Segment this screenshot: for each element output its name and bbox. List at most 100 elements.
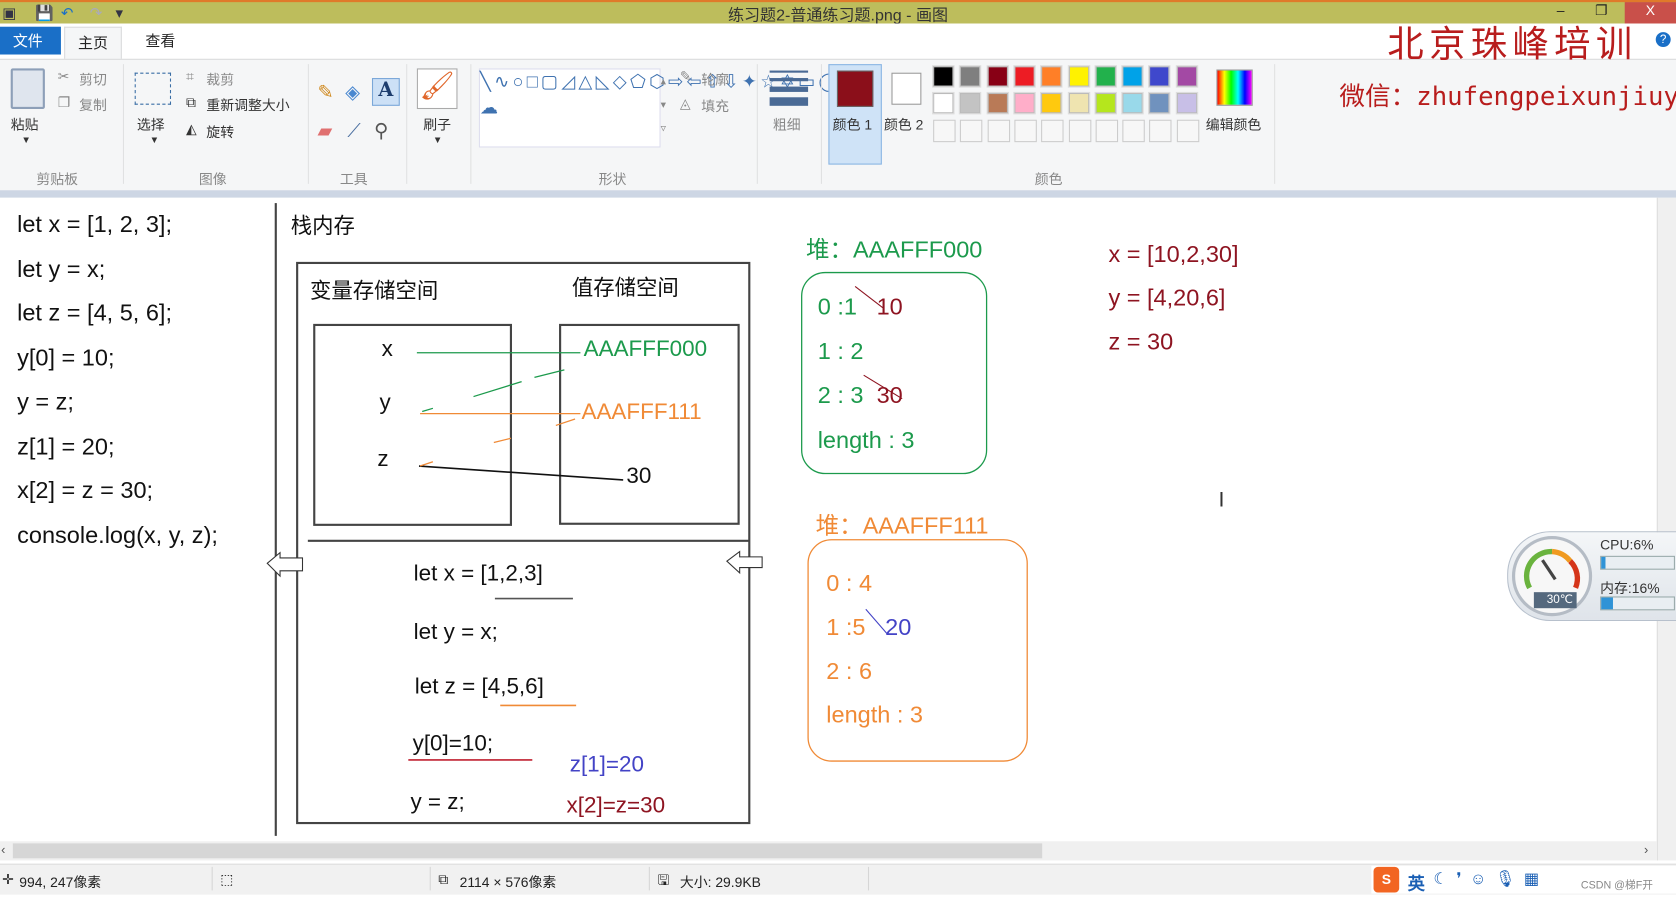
palette-swatch[interactable] xyxy=(1067,91,1090,115)
file-size-icon: 🖫 xyxy=(657,872,670,889)
custom-color-slot[interactable] xyxy=(960,119,983,143)
palette-swatch[interactable] xyxy=(1175,65,1198,88)
custom-color-slot[interactable] xyxy=(1095,119,1118,143)
magnifier-icon[interactable]: ⚲ xyxy=(374,120,388,142)
divider xyxy=(307,64,309,184)
edit-colors-icon[interactable] xyxy=(1216,69,1253,106)
resize-button[interactable]: 重新调整大小 xyxy=(206,94,289,114)
palette-swatch[interactable] xyxy=(1148,91,1171,115)
annotation-x2: x[2]=z=30 xyxy=(566,793,666,818)
system-monitor-widget[interactable]: 30℃ CPU:6% 内存:16% xyxy=(1507,531,1676,622)
tab-home[interactable]: 主页 xyxy=(64,26,122,60)
brush-icon[interactable]: 🖌 xyxy=(416,68,458,110)
scroll-right-icon[interactable]: › xyxy=(1644,842,1648,857)
eraser-icon[interactable]: ▰ xyxy=(317,120,332,142)
palette-swatch[interactable] xyxy=(1148,65,1171,88)
lower-code-3: y[0]=10; xyxy=(412,731,494,756)
heap1-row-0: 0 :1 10 xyxy=(817,292,903,320)
fill-button[interactable]: 填充 xyxy=(701,95,729,115)
custom-color-slot[interactable] xyxy=(1176,119,1199,143)
custom-color-slot[interactable] xyxy=(1068,119,1091,143)
palette-swatch[interactable] xyxy=(1121,91,1144,115)
shapes-gallery[interactable]: ╲∿○□▢◿△◺◇⬠⬡⇨⇦⇧⇩✦☆✡▭◯☁ xyxy=(478,68,839,148)
size-button[interactable]: 粗细 xyxy=(773,113,801,133)
sogou-logo-icon[interactable]: S xyxy=(1373,866,1400,893)
palette-swatch[interactable] xyxy=(986,91,1009,115)
divider xyxy=(429,866,431,891)
outline-button[interactable]: 轮廓 xyxy=(701,68,729,88)
scrollbar-thumb[interactable] xyxy=(12,843,1043,859)
left-arrow-icon xyxy=(266,551,304,578)
heap2-row-3: length : 3 xyxy=(826,701,924,728)
rotate-icon: ◭ xyxy=(185,120,197,137)
palette-swatch[interactable] xyxy=(1094,91,1117,115)
paste-icon[interactable] xyxy=(10,68,45,110)
left-arrow-icon xyxy=(726,550,763,575)
heap2-title: 堆：AAAFFF111 xyxy=(815,512,989,539)
palette-swatch[interactable] xyxy=(932,91,955,115)
custom-color-slot[interactable] xyxy=(1041,119,1064,143)
custom-color-slot[interactable] xyxy=(1122,119,1145,143)
tab-file[interactable]: 文件 xyxy=(0,26,61,55)
select-icon[interactable] xyxy=(134,72,172,105)
heap1-row-1: 1 : 2 xyxy=(817,337,864,364)
cut-button[interactable]: 剪切 xyxy=(79,68,107,88)
select-button[interactable]: 选择 xyxy=(137,113,165,133)
crop-button[interactable]: 裁剪 xyxy=(206,68,234,88)
help-icon[interactable]: ? xyxy=(1655,32,1671,48)
pencil-icon[interactable]: ✎ xyxy=(317,81,333,103)
divider xyxy=(820,64,822,184)
palette-swatch[interactable] xyxy=(986,65,1009,88)
scroll-left-icon[interactable]: ‹ xyxy=(1,842,5,857)
heap2-row-0: 0 : 4 xyxy=(826,569,873,597)
result-z: z = 30 xyxy=(1108,328,1174,355)
palette-swatch[interactable] xyxy=(1067,65,1090,88)
copy-button[interactable]: 复制 xyxy=(79,94,107,114)
color2-swatch[interactable] xyxy=(891,72,922,105)
horizontal-scrollbar[interactable]: ‹ › xyxy=(0,841,1657,861)
color1-swatch[interactable] xyxy=(836,70,874,107)
csdn-watermark: CSDN @梯F开 xyxy=(1580,879,1653,892)
custom-color-slot[interactable] xyxy=(933,119,956,143)
paste-dropdown-icon[interactable]: ▼ xyxy=(21,135,31,146)
brushes-button[interactable]: 刷子 xyxy=(423,113,451,133)
palette-swatch[interactable] xyxy=(959,91,982,115)
annotation-z1: z[1]=20 xyxy=(569,752,644,778)
color2-label: 颜色 2 xyxy=(883,116,924,133)
memory-usage-bar xyxy=(1600,596,1675,611)
palette-swatch[interactable] xyxy=(1121,65,1144,88)
palette-swatch[interactable] xyxy=(1040,91,1063,115)
lower-code-4: y = z; xyxy=(410,789,465,815)
color-picker-icon[interactable]: ⟋ xyxy=(347,120,360,142)
text-tool-icon[interactable]: A xyxy=(371,78,400,106)
palette-swatch[interactable] xyxy=(1175,91,1198,115)
brushes-dropdown-icon[interactable]: ▼ xyxy=(433,135,443,146)
palette-swatch[interactable] xyxy=(1040,65,1063,88)
ime-tool-icons[interactable]: ☾❜☺🎙▦ xyxy=(1433,869,1547,888)
size-icon[interactable] xyxy=(769,70,809,106)
custom-color-slot[interactable] xyxy=(1149,119,1172,143)
palette-swatch[interactable] xyxy=(1013,91,1036,115)
heap1-row-3: length : 3 xyxy=(817,425,915,453)
select-dropdown-icon[interactable]: ▼ xyxy=(150,135,160,146)
vertical-scrollbar[interactable] xyxy=(1656,197,1676,861)
rotate-button[interactable]: 旋转 xyxy=(206,121,234,141)
fill-bucket-icon[interactable]: ◈ xyxy=(345,81,360,103)
edit-colors-button[interactable]: 编辑颜色 xyxy=(1206,113,1262,133)
shapes-scroll-icon[interactable]: ▴ ▾ ▿ xyxy=(661,71,670,142)
palette-swatch[interactable] xyxy=(959,65,982,88)
palette-swatch[interactable] xyxy=(1094,65,1117,88)
drawing-canvas[interactable]: let x = [1, 2, 3]; let y = x; let z = [4, … xyxy=(0,197,1657,842)
status-bar: ✛ 994, 247像素 ⬚ ⧉ 2114 × 576像素 🖫 大小: 29.9… xyxy=(0,863,1676,895)
custom-color-slot[interactable] xyxy=(1014,119,1037,143)
group-label-shapes: 形状 xyxy=(598,171,627,188)
palette-swatch[interactable] xyxy=(932,65,955,88)
ime-mode-toggle[interactable]: 英 xyxy=(1408,869,1425,895)
divider xyxy=(470,64,472,184)
palette-swatch[interactable] xyxy=(1013,65,1036,88)
heap1-rows: 0 :1 10 1 : 2 2 : 3 30 length : 3 xyxy=(818,284,915,461)
divider xyxy=(648,866,650,891)
custom-color-slot[interactable] xyxy=(987,119,1010,143)
tab-view[interactable]: 查看 xyxy=(133,24,189,59)
paste-button[interactable]: 粘贴 xyxy=(11,113,39,133)
